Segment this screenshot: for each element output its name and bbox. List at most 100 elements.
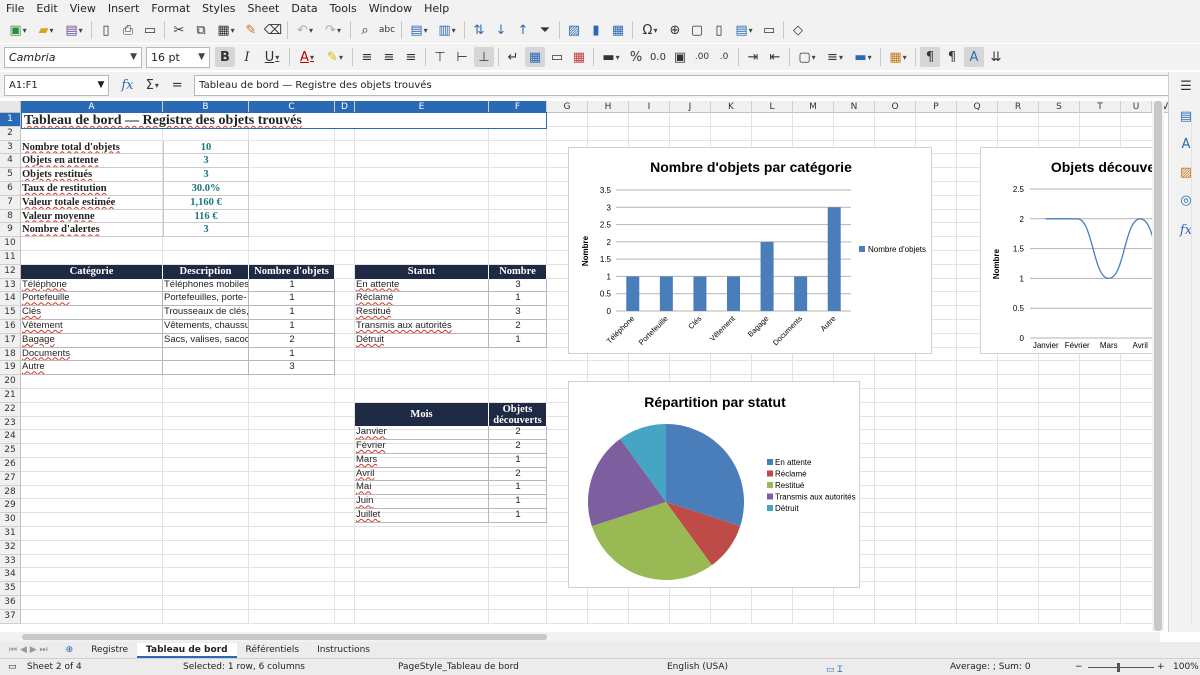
row-header[interactable]: 23	[0, 416, 21, 431]
kpi-label[interactable]: Valeur totale estimée	[21, 196, 163, 210]
paste-icon[interactable]: ▦	[213, 20, 239, 40]
table-cell[interactable]: Réclamé	[355, 292, 489, 307]
date-format-icon[interactable]: ▣	[670, 47, 690, 67]
table-cell[interactable]: Juin	[355, 495, 489, 510]
table-cell[interactable]: Transmis aux autorités	[355, 320, 489, 334]
row-header[interactable]: 7	[0, 195, 21, 210]
kpi-value[interactable]: 3	[163, 154, 249, 169]
menu-item-view[interactable]: View	[64, 2, 102, 15]
export-pdf-icon[interactable]: ▯	[96, 20, 116, 40]
insert-chart-icon[interactable]: ▮	[586, 20, 606, 40]
unmerge-cells-icon[interactable]: ▦	[569, 47, 589, 67]
comment-icon[interactable]: ▢	[687, 20, 707, 40]
menu-item-format[interactable]: Format	[145, 2, 196, 15]
row-header[interactable]: 26	[0, 458, 21, 472]
row-header[interactable]: 20	[0, 375, 21, 389]
kpi-value[interactable]: 1,160 €	[163, 195, 249, 210]
scroll-thumb[interactable]	[22, 634, 547, 640]
table-cell[interactable]: Vêtement	[21, 320, 163, 334]
italic-icon[interactable]: I	[237, 47, 257, 67]
table-cell[interactable]: Téléphones mobiles	[163, 278, 249, 293]
row-header[interactable]: 21	[0, 389, 21, 403]
kpi-value[interactable]: 10	[163, 140, 249, 155]
row-header[interactable]: 8	[0, 209, 21, 224]
autofilter-icon[interactable]: ⏷	[535, 20, 555, 40]
styles-icon[interactable]: A	[1176, 134, 1196, 154]
table-cell[interactable]: Téléphone	[21, 278, 163, 293]
number-format-icon[interactable]: 0.0	[648, 47, 668, 67]
column-header[interactable]: M	[793, 101, 834, 113]
kpi-value[interactable]: 3	[163, 168, 249, 182]
row-icon[interactable]: ▤	[406, 20, 432, 40]
pie-chart[interactable]: Répartition par statut En attente Réclamé R…	[568, 381, 860, 588]
column-header[interactable]: S	[1039, 101, 1080, 113]
table-cell[interactable]: Janvier	[355, 426, 489, 441]
column-header[interactable]: P	[916, 101, 957, 113]
menu-item-edit[interactable]: Edit	[30, 2, 63, 15]
menu-item-sheet[interactable]: Sheet	[242, 2, 286, 15]
row-header[interactable]: 37	[0, 609, 21, 624]
table-cell[interactable]: 1	[489, 333, 547, 348]
table-cell[interactable]: 3	[489, 278, 547, 293]
table-cell[interactable]: Portefeuilles, porte-	[163, 292, 249, 307]
row-header[interactable]: 31	[0, 527, 21, 541]
kpi-label[interactable]: Taux de restitution	[21, 182, 163, 196]
table-cell[interactable]: Mai	[355, 481, 489, 496]
bold-icon[interactable]: B	[215, 47, 235, 67]
text-orientation-icon[interactable]: A	[964, 47, 984, 67]
row-header[interactable]: 1	[0, 113, 21, 127]
table-cell[interactable]: 3	[249, 361, 335, 376]
sort-icon[interactable]: ⇅	[469, 20, 489, 40]
table-cell[interactable]: Bagage	[21, 333, 163, 348]
scroll-thumb[interactable]	[1154, 101, 1162, 631]
table-cell[interactable]: 1	[249, 347, 335, 362]
table-cell[interactable]: 1	[249, 292, 335, 307]
bar-chart[interactable]: Nombre d'objets par catégorie 0 0.5 1 1.5 2 2.…	[568, 147, 932, 354]
row-header[interactable]: 18	[0, 347, 21, 362]
print-icon[interactable]: ⎙	[118, 20, 138, 40]
row-header[interactable]: 25	[0, 444, 21, 458]
kpi-label[interactable]: Nombre total d'objets	[21, 141, 163, 155]
table-cell[interactable]: Restitué	[355, 306, 489, 320]
header-footer-icon[interactable]: ▯	[709, 20, 729, 40]
column-header[interactable]: H	[588, 101, 629, 113]
align-center-icon[interactable]: ≡	[379, 47, 399, 67]
menu-item-help[interactable]: Help	[418, 2, 455, 15]
table-cell[interactable]	[163, 361, 249, 376]
add-decimal-icon[interactable]: .00	[692, 47, 712, 67]
page-style[interactable]: PageStyle_Tableau de bord	[398, 662, 519, 672]
percent-format-icon[interactable]: %	[626, 47, 646, 67]
zoom-in-icon[interactable]: +	[1157, 662, 1165, 672]
align-right-icon[interactable]: ≡	[401, 47, 421, 67]
column-header[interactable]: J	[670, 101, 711, 113]
freeze-rows-columns-icon[interactable]: ▭	[759, 20, 779, 40]
formula-input[interactable]: Tableau de bord — Registre des objets tr…	[194, 74, 1179, 96]
cut-icon[interactable]: ✂	[169, 20, 189, 40]
print-preview-icon[interactable]: ▭	[140, 20, 160, 40]
function-wizard-icon[interactable]: fx	[117, 75, 137, 95]
vertical-scrollbar[interactable]	[1152, 101, 1164, 631]
table-cell[interactable]: 1	[249, 320, 335, 334]
table-cell[interactable]: 1	[489, 509, 547, 523]
sum-icon[interactable]: Σ	[139, 75, 165, 95]
clear-formatting-icon[interactable]: ⌫	[263, 20, 283, 40]
add-sheet-icon[interactable]: ⊕	[57, 643, 83, 658]
sort-descending-icon[interactable]: ↑	[513, 20, 533, 40]
row-header[interactable]: 30	[0, 513, 21, 527]
kpi-label[interactable]: Nombre d'alertes	[21, 223, 163, 238]
clone-formatting-icon[interactable]: ✎	[241, 20, 261, 40]
properties-icon[interactable]: ▤	[1176, 106, 1196, 126]
table-cell[interactable]: 2	[249, 333, 335, 348]
table-cell[interactable]: Vêtements, chaussu	[163, 320, 249, 334]
table-cell[interactable]: 3	[489, 306, 547, 320]
table-cell[interactable]: Portefeuille	[21, 292, 163, 307]
kpi-label[interactable]: Valeur moyenne	[21, 210, 163, 224]
tab-sheet[interactable]: Registre	[82, 643, 137, 658]
align-middle-icon[interactable]: ⊢	[452, 47, 472, 67]
language[interactable]: English (USA)	[667, 662, 728, 672]
row-header[interactable]: 29	[0, 499, 21, 514]
navigator-icon[interactable]: ◎	[1176, 190, 1196, 210]
table-cell[interactable]: 2	[489, 426, 547, 441]
zoom-out-icon[interactable]: −	[1075, 662, 1083, 672]
table-cell[interactable]: Autre	[21, 361, 163, 376]
